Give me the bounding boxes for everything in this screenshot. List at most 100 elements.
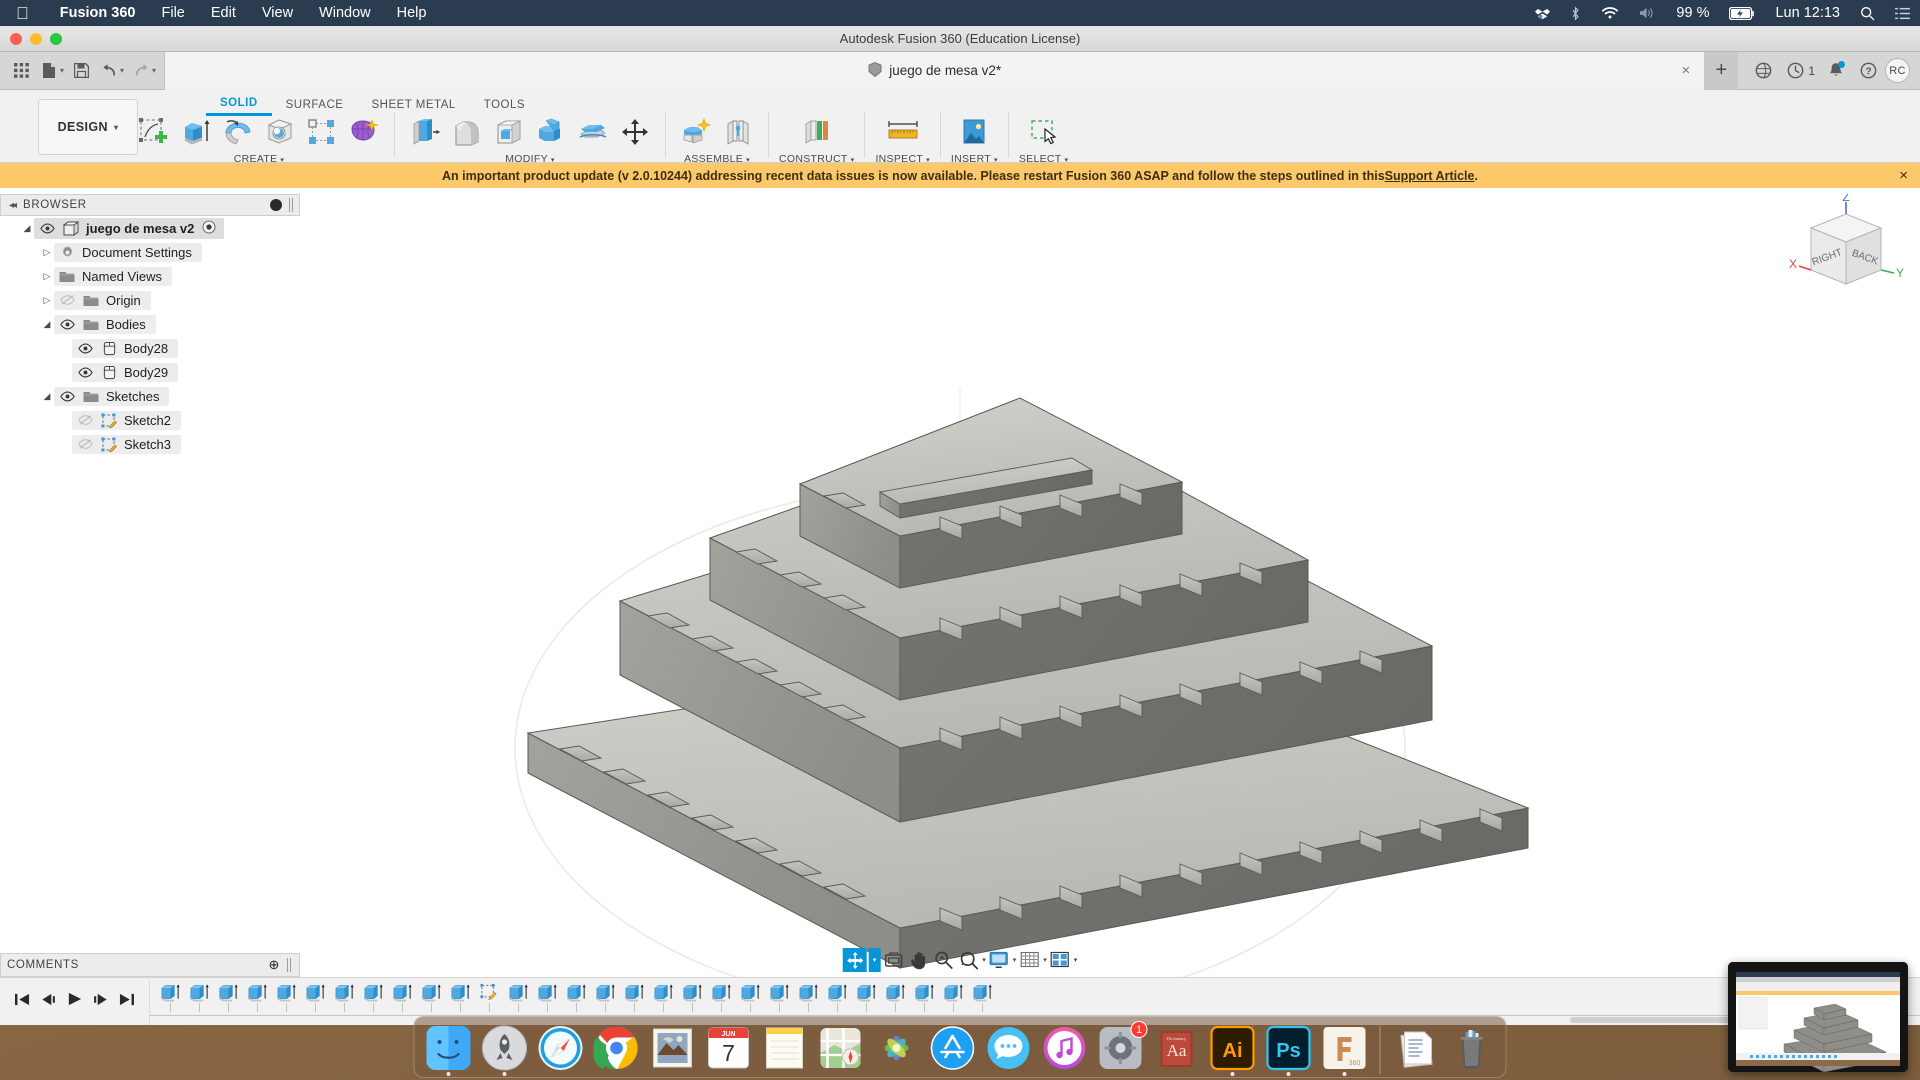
tree-item-bodies[interactable]: ◢ Bodies [0, 312, 300, 336]
spotlight-search-icon[interactable] [1850, 5, 1885, 21]
tree-item-body29[interactable]: Body29 [0, 360, 300, 384]
job-status-clock-icon[interactable] [1780, 56, 1810, 86]
collapse-triangle-icon[interactable]: ▷ [40, 295, 54, 306]
revolve-icon[interactable] [218, 112, 258, 152]
menubar-item-window[interactable]: Window [306, 5, 384, 21]
volume-icon[interactable] [1629, 5, 1666, 21]
visibility-eye-icon[interactable] [38, 223, 56, 234]
visibility-eye-icon[interactable] [76, 367, 94, 378]
save-button[interactable] [68, 58, 94, 84]
measure-icon[interactable] [883, 112, 923, 152]
fillet-icon[interactable] [447, 112, 487, 152]
battery-charging-icon[interactable] [1719, 5, 1765, 21]
new-file-caret-icon[interactable]: ▾ [60, 66, 64, 75]
dock-system-preferences-icon[interactable]: 1 [1095, 1022, 1147, 1074]
menubar-item-help[interactable]: Help [384, 5, 440, 21]
menubar-item-file[interactable]: File [149, 5, 198, 21]
look-at-button[interactable] [881, 948, 905, 972]
tree-item-document-settings[interactable]: ▷ Document Settings [0, 240, 300, 264]
shell-icon[interactable] [489, 112, 529, 152]
orbit-caret-icon[interactable]: ▾ [869, 948, 881, 972]
step-back-button[interactable] [40, 992, 57, 1012]
select-window-icon[interactable] [1024, 112, 1064, 152]
visibility-eye-off-icon[interactable] [76, 414, 94, 426]
extrude-icon[interactable] [176, 112, 216, 152]
undo-caret-icon[interactable]: ▾ [120, 66, 124, 75]
dock-dictionary-icon[interactable]: Aa Dictionary [1151, 1022, 1203, 1074]
grid-snaps-caret-icon[interactable]: ▾ [1043, 956, 1047, 964]
bluetooth-icon[interactable] [1560, 5, 1591, 21]
menubar-item-view[interactable]: View [249, 5, 306, 21]
new-file-button[interactable] [36, 58, 62, 84]
browser-options-icon[interactable] [270, 199, 282, 211]
timeline-extrude-feature[interactable] [359, 979, 388, 1025]
workspace-switcher-button[interactable]: DESIGN ▾ [38, 99, 138, 155]
timeline-extrude-feature[interactable] [272, 979, 301, 1025]
dock-notes-icon[interactable] [759, 1022, 811, 1074]
combine-icon[interactable] [531, 112, 571, 152]
collapse-triangle-icon[interactable]: ▷ [40, 247, 54, 258]
bell-icon[interactable] [1821, 56, 1851, 86]
browser-collapse-icon[interactable]: ◂◂ [9, 200, 15, 211]
zoom-button[interactable] [931, 948, 955, 972]
timeline-extrude-feature[interactable] [156, 979, 185, 1025]
press-pull-icon[interactable] [405, 112, 445, 152]
tree-item-root[interactable]: ◢ juego de mesa v2 [0, 216, 300, 240]
dock-maps-icon[interactable] [815, 1022, 867, 1074]
tree-item-origin[interactable]: ▷ Origin [0, 288, 300, 312]
hand-pan-button[interactable] [906, 948, 930, 972]
undo-button[interactable] [96, 58, 122, 84]
redo-caret-icon[interactable]: ▾ [152, 66, 156, 75]
sphere-icon[interactable] [260, 112, 300, 152]
screenshot-preview-thumbnail[interactable] [1728, 962, 1908, 1072]
dock-messages-icon[interactable] [983, 1022, 1035, 1074]
dock-fusion360-icon[interactable]: 360 [1319, 1022, 1371, 1074]
close-banner-button[interactable]: × [1899, 167, 1908, 184]
expand-triangle-icon[interactable]: ◢ [20, 223, 34, 234]
canvas-area[interactable]: ◂◂ BROWSER ◢ juego de mesa v2 [0, 188, 1920, 977]
dock-photos-icon[interactable] [871, 1022, 923, 1074]
redo-button[interactable] [128, 58, 154, 84]
menubar-clock[interactable]: Lun 12:13 [1765, 5, 1850, 21]
timeline-extrude-feature[interactable] [330, 979, 359, 1025]
close-document-tab-button[interactable]: × [1682, 63, 1691, 78]
create-sketch-icon[interactable] [134, 112, 174, 152]
dock-launchpad-icon[interactable] [479, 1022, 531, 1074]
timeline-extrude-feature[interactable] [301, 979, 330, 1025]
go-to-beginning-button[interactable] [14, 992, 31, 1012]
play-button[interactable] [66, 991, 83, 1012]
new-tab-button[interactable]: + [1704, 52, 1738, 90]
tree-item-sketches[interactable]: ◢ Sketches [0, 384, 300, 408]
expand-triangle-icon[interactable]: ◢ [40, 391, 54, 402]
dock-photoshop-icon[interactable]: Ps [1263, 1022, 1315, 1074]
view-cube[interactable]: RIGHT BACK Z X Y [1786, 194, 1906, 304]
add-comment-button[interactable]: ⊕ [269, 957, 281, 973]
tree-item-sketch2[interactable]: Sketch2 [0, 408, 300, 432]
collapse-triangle-icon[interactable]: ▷ [40, 271, 54, 282]
step-forward-button[interactable] [92, 992, 109, 1012]
expand-triangle-icon[interactable]: ◢ [40, 319, 54, 330]
visibility-eye-off-icon[interactable] [58, 294, 76, 306]
display-settings-caret-icon[interactable]: ▾ [1013, 956, 1017, 964]
globe-icon[interactable] [1748, 56, 1778, 86]
insert-image-icon[interactable] [954, 112, 994, 152]
menubar-item-edit[interactable]: Edit [198, 5, 249, 21]
zoom-fit-caret-icon[interactable]: ▾ [982, 956, 986, 964]
go-to-end-button[interactable] [118, 992, 135, 1012]
form-icon[interactable] [344, 112, 384, 152]
support-article-link[interactable]: Support Article [1385, 169, 1475, 183]
wifi-icon[interactable] [1591, 5, 1629, 21]
dock-trash-icon[interactable] [1446, 1022, 1498, 1074]
orbit-button[interactable] [843, 948, 867, 972]
move-copy-icon[interactable] [615, 112, 655, 152]
apple-logo-icon[interactable]:  [16, 5, 29, 22]
dock-finder-icon[interactable] [423, 1022, 475, 1074]
grid-snaps-button[interactable] [1017, 948, 1041, 972]
dropbox-icon[interactable] [1525, 5, 1560, 21]
visibility-eye-off-icon[interactable] [76, 438, 94, 450]
joint-icon[interactable] [718, 112, 758, 152]
dock-chrome-icon[interactable] [591, 1022, 643, 1074]
viewports-button[interactable] [1048, 948, 1072, 972]
user-avatar[interactable]: RC [1885, 58, 1910, 83]
split-face-icon[interactable] [573, 112, 613, 152]
